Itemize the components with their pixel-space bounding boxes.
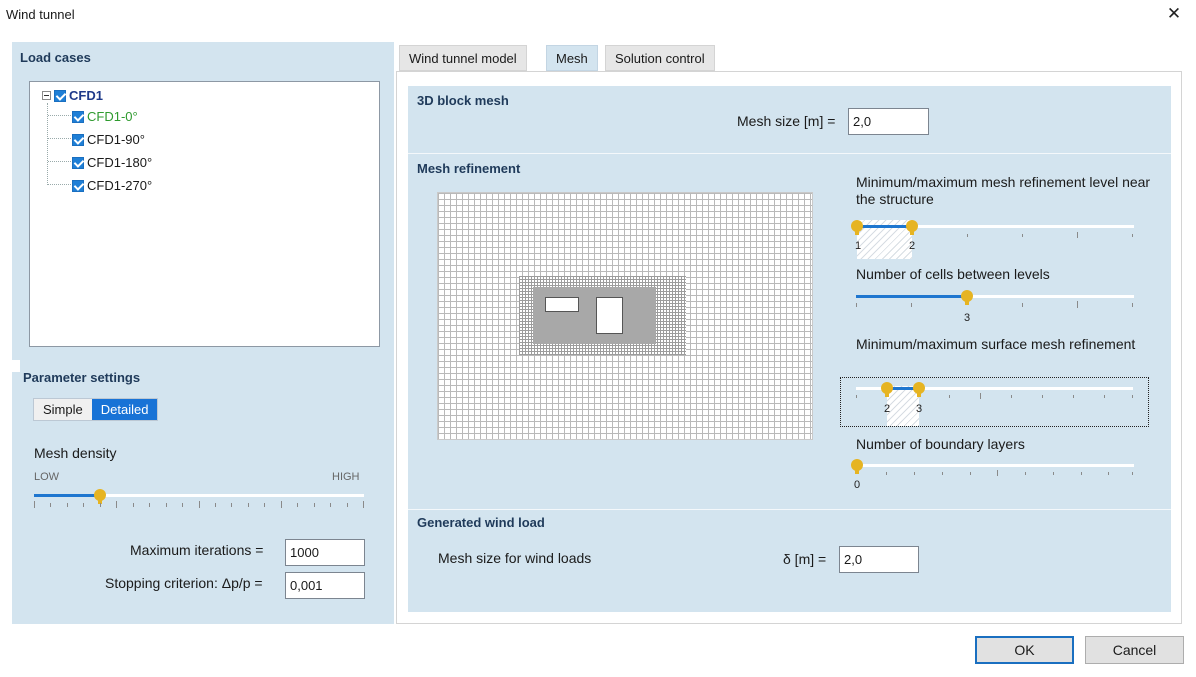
slider-tick: [166, 503, 167, 507]
cells-between-label: Number of cells between levels: [856, 266, 1050, 282]
slider-max-value: 2: [909, 240, 916, 252]
slider-min-thumb[interactable]: [851, 220, 863, 235]
max-iterations-label: Maximum iterations =: [130, 542, 264, 558]
tree-item-label: CFD1-0°: [87, 109, 138, 124]
tree-item-cfd1-180[interactable]: CFD1-180°: [72, 155, 152, 170]
stopping-criterion-input[interactable]: 0,001: [285, 572, 365, 599]
slider-tick: [215, 503, 216, 507]
mesh-density-label: Mesh density: [34, 445, 117, 461]
slider-min-thumb[interactable]: [881, 382, 893, 397]
parameter-settings-title: Parameter settings: [23, 370, 141, 385]
slider-value: 0: [854, 479, 861, 491]
checkbox-icon[interactable]: [72, 133, 84, 146]
slider-tick: [231, 503, 232, 507]
mesh-density-low: LOW: [34, 471, 60, 483]
tree-item-cfd1-0[interactable]: CFD1-0°: [72, 109, 138, 124]
mesh-preview: [437, 192, 813, 440]
checkbox-icon[interactable]: [72, 110, 84, 123]
tree-item-label: CFD1-180°: [87, 155, 153, 170]
detailed-mode-button[interactable]: Detailed: [91, 399, 158, 420]
tab-mesh[interactable]: Mesh: [546, 45, 598, 71]
slider-tick: [347, 503, 348, 507]
slider-tick: [116, 501, 117, 508]
checkbox-icon[interactable]: [72, 156, 84, 169]
simple-mode-button[interactable]: Simple: [34, 399, 92, 420]
near-structure-slider[interactable]: 1 2: [850, 212, 1136, 259]
slider-tick: [363, 501, 364, 508]
slider-thumb[interactable]: [94, 489, 106, 504]
tab-solution-control[interactable]: Solution control: [605, 45, 715, 71]
slider-tick: [83, 503, 84, 507]
slider-min-value: 2: [884, 403, 891, 415]
slider-tick: [314, 503, 315, 507]
slider-tick: [34, 501, 35, 508]
slider-tick: [67, 503, 68, 507]
near-structure-label: Minimum/maximum mesh refinement level ne…: [856, 174, 1151, 207]
structure-block: [545, 297, 579, 312]
slider-tick: [199, 501, 200, 508]
ok-button[interactable]: OK: [975, 636, 1074, 664]
checkbox-icon[interactable]: [54, 89, 66, 102]
delta-label: δ [m] =: [783, 551, 827, 567]
load-cases-title: Load cases: [20, 50, 91, 65]
slider-tick: [133, 503, 134, 507]
slider-tick: [297, 503, 298, 507]
surface-refinement-slider[interactable]: 2 3: [840, 377, 1149, 427]
boundary-layers-slider[interactable]: 0: [850, 455, 1136, 495]
cells-between-slider[interactable]: 3: [850, 284, 1136, 324]
slider-tick: [100, 503, 101, 507]
slider-tick: [50, 503, 51, 507]
wind-load-mesh-label: Mesh size for wind loads: [438, 550, 592, 566]
close-icon[interactable]: ✕: [1166, 5, 1182, 22]
mesh-refinement-title: Mesh refinement: [417, 161, 521, 176]
slider-tick: [149, 503, 150, 507]
mesh-density-high: HIGH: [332, 471, 360, 483]
slider-tick: [330, 503, 331, 507]
load-cases-tree[interactable]: CFD1 CFD1-0° CFD1-90° CFD1-180° CFD1-270…: [29, 81, 380, 347]
tree-item-label: CFD1-270°: [87, 178, 153, 193]
collapse-icon[interactable]: [42, 91, 51, 100]
tree-item-cfd1-270[interactable]: CFD1-270°: [72, 178, 152, 193]
mesh-size-label: Mesh size [m] =: [737, 113, 836, 129]
tree-root-label: CFD1: [69, 88, 103, 103]
surface-refinement-label: Minimum/maximum surface mesh refinement: [856, 336, 1136, 352]
slider-thumb[interactable]: [961, 290, 973, 305]
slider-tick: [264, 503, 265, 507]
slider-tick: [182, 503, 183, 507]
checkbox-icon[interactable]: [72, 179, 84, 192]
block-mesh-title: 3D block mesh: [417, 93, 509, 108]
slider-tick: [248, 503, 249, 507]
tab-wind-tunnel-model[interactable]: Wind tunnel model: [399, 45, 527, 71]
wind-load-mesh-input[interactable]: 2,0: [839, 546, 919, 573]
slider-max-thumb[interactable]: [906, 220, 918, 235]
tree-item-label: CFD1-90°: [87, 132, 145, 147]
tree-item-cfd1-90[interactable]: CFD1-90°: [72, 132, 145, 147]
slider-thumb[interactable]: [851, 459, 863, 474]
boundary-layers-label: Number of boundary layers: [856, 436, 1025, 452]
cancel-button[interactable]: Cancel: [1085, 636, 1184, 664]
slider-max-value: 3: [916, 403, 923, 415]
left-panel: Load cases CFD1 CFD1-0° CFD1-90° CFD1-18…: [12, 42, 394, 624]
stopping-criterion-label: Stopping criterion: Δp/p =: [105, 575, 263, 591]
mesh-size-input[interactable]: 2,0: [848, 108, 929, 135]
max-iterations-input[interactable]: 1000: [285, 539, 365, 566]
window-title: Wind tunnel: [6, 7, 75, 22]
tree-root-cfd1[interactable]: CFD1: [42, 88, 103, 103]
slider-tick: [281, 501, 282, 508]
mesh-density-slider[interactable]: [34, 488, 364, 512]
slider-min-value: 1: [855, 240, 862, 252]
structure-block: [596, 297, 623, 334]
wind-load-title: Generated wind load: [417, 515, 545, 530]
mode-toggle: Simple Detailed: [33, 398, 159, 421]
slider-max-thumb[interactable]: [913, 382, 925, 397]
slider-value: 3: [964, 312, 971, 324]
